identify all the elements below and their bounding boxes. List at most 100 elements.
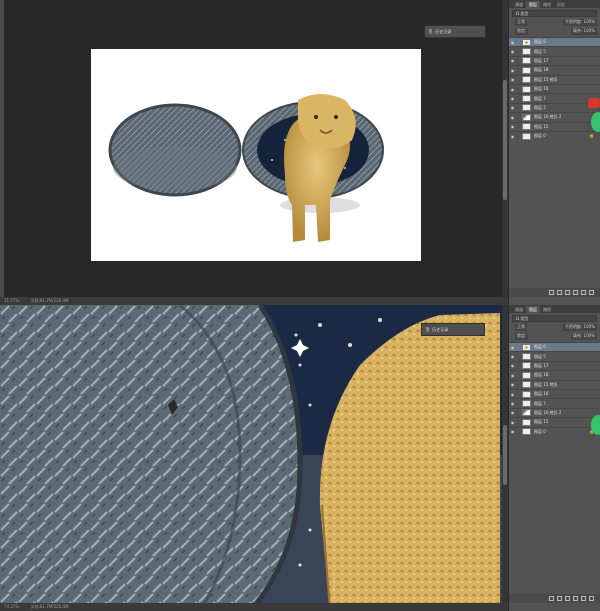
scrollbar-thumb[interactable] [503, 425, 507, 485]
visibility-eye-icon[interactable]: ◉ [509, 38, 516, 46]
visibility-eye-icon[interactable]: ◉ [509, 85, 516, 93]
layer-name: 图层 16 拷贝 2 [534, 409, 562, 415]
visibility-eye-icon[interactable]: ◉ [509, 381, 516, 389]
layers-panel: 通道 图层 路径 Ω 类型 正常 不透明度: 100% 锁定: 填充: 100%… [508, 305, 600, 611]
fill-field[interactable]: 填充: 100% [570, 333, 597, 340]
layer-name: 图层 15 拷贝 [534, 381, 558, 387]
layer-thumbnail [522, 343, 531, 351]
layer-row[interactable]: ◉ 图层 7 [509, 93, 600, 103]
tab-history[interactable]: 历史 [554, 1, 568, 8]
layer-row[interactable]: ◉ 图层 15 拷贝 [509, 379, 600, 389]
visibility-eye-icon[interactable]: ◉ [509, 57, 516, 65]
trash-icon[interactable] [589, 596, 594, 601]
visibility-eye-icon[interactable]: ◉ [509, 390, 516, 398]
visibility-eye-icon[interactable]: ◉ [509, 123, 516, 131]
opacity-field[interactable]: 不透明度: 100% [562, 19, 597, 26]
mask-icon[interactable] [565, 596, 570, 601]
panel-tab-strip: 通道 图层 路径 历史 [509, 0, 600, 8]
layer-row[interactable]: ◉ 图层 17 [509, 360, 600, 370]
tab-layers[interactable]: 图层 [526, 306, 540, 313]
link-layers-icon[interactable] [549, 596, 554, 601]
visibility-eye-icon[interactable]: ◉ [509, 76, 516, 84]
visibility-eye-icon[interactable]: ◉ [509, 399, 516, 407]
layer-thumbnail [522, 409, 531, 417]
layer-row[interactable]: ◉ 图层 15 [509, 121, 600, 131]
layer-row[interactable]: ◉ 图层 16 拷贝 2 [509, 112, 600, 121]
layer-filter-select[interactable]: Ω 类型 [512, 10, 597, 17]
visibility-eye-icon[interactable]: ◉ [509, 94, 516, 102]
visibility-eye-icon[interactable]: ◉ [509, 352, 516, 360]
fill-field[interactable]: 填充: 100% [570, 28, 597, 35]
blend-mode-select[interactable]: 正常 [515, 324, 527, 331]
fx-icon[interactable] [557, 290, 562, 295]
layer-row[interactable]: ◉ 图层 16 [509, 83, 600, 93]
layer-row[interactable]: ◉ 图层 6 [509, 342, 600, 352]
tab-layers[interactable]: 图层 [526, 1, 540, 8]
fx-icon[interactable] [557, 596, 562, 601]
tab-channels[interactable]: 通道 [512, 1, 526, 8]
history-panel[interactable]: ⎘ 历史记录 [421, 323, 485, 336]
new-folder-icon[interactable] [573, 290, 578, 295]
visibility-eye-icon[interactable]: ◉ [509, 47, 516, 55]
visibility-eye-icon[interactable]: ◉ [509, 428, 516, 436]
canvas-workspace[interactable]: ⎘ 历史记录 11.57% 文档:81.7M/226.4M [0, 0, 508, 305]
green-assistant-icon[interactable] [591, 112, 600, 132]
scrollbar-thumb[interactable] [503, 80, 507, 200]
history-panel-label: 历史记录 [435, 28, 452, 34]
history-icon: ⎘ [426, 327, 430, 332]
layer-row[interactable]: ◉ 图层 18 [509, 65, 600, 74]
layer-thumbnail [522, 371, 531, 379]
link-layers-icon[interactable] [549, 290, 554, 295]
zoom-level[interactable]: 11.57% [4, 298, 19, 303]
manhole-lid-closeup [0, 305, 300, 611]
layer-filter-select[interactable]: Ω 类型 [512, 315, 597, 322]
layers-panel: 通道 图层 路径 历史 Ω 类型 正常 不透明度: 100% 锁定: 填充: 1… [508, 0, 600, 305]
layer-row[interactable]: ◉ 图层 16 拷贝 2 [509, 407, 600, 417]
document-canvas-zoomed[interactable] [0, 305, 508, 611]
green-assistant-icon[interactable] [591, 415, 600, 435]
document-canvas[interactable] [0, 0, 508, 305]
visibility-eye-icon[interactable]: ◉ [509, 66, 516, 74]
layer-row[interactable]: ◉ 图层 2 [509, 102, 600, 112]
mask-icon[interactable] [565, 290, 570, 295]
zoom-level[interactable]: 74.37% [4, 604, 19, 609]
layer-name: 图层 0 [534, 133, 546, 139]
layer-name: 图层 2 [534, 104, 546, 110]
visibility-eye-icon[interactable]: ◉ [509, 132, 516, 140]
visibility-eye-icon[interactable]: ◉ [509, 409, 516, 417]
layer-row[interactable]: ◉ 图层 18 [509, 370, 600, 379]
canvas-workspace-zoomed[interactable]: ⎘ 历史记录 74.37% 文档:81.7M/226.4M [0, 305, 508, 611]
layer-row[interactable]: ◉ 图层 5 [509, 351, 600, 361]
new-folder-icon[interactable] [573, 596, 578, 601]
layer-row[interactable]: ◉ 图层 16 [509, 388, 600, 398]
blend-opacity-row: 正常 不透明度: 100% [512, 324, 597, 331]
layer-row[interactable]: ◉ 图层 15 拷贝 [509, 74, 600, 84]
new-layer-icon[interactable] [581, 596, 586, 601]
layer-row[interactable]: ◉ 图层 6 [509, 37, 600, 47]
tab-paths[interactable]: 路径 [540, 1, 554, 8]
layer-row[interactable]: ◉ 图层 5 [509, 46, 600, 56]
layer-row[interactable]: ◉ 图层 15 [509, 417, 600, 426]
trash-icon[interactable] [589, 290, 594, 295]
visibility-eye-icon[interactable]: ◉ [509, 343, 516, 351]
visibility-eye-icon[interactable]: ◉ [509, 104, 516, 112]
tab-channels[interactable]: 通道 [512, 306, 526, 313]
opacity-field[interactable]: 不透明度: 100% [562, 324, 597, 331]
lock-fill-row: 锁定: 填充: 100% [512, 28, 597, 35]
tab-paths[interactable]: 路径 [540, 306, 554, 313]
layer-row[interactable]: ◉图层 0🔒 [509, 130, 600, 140]
red-notification-icon[interactable] [588, 98, 600, 108]
layer-row[interactable]: ◉图层 0🔒 [509, 426, 600, 436]
blend-mode-select[interactable]: 正常 [515, 19, 527, 26]
visibility-eye-icon[interactable]: ◉ [509, 362, 516, 370]
new-layer-icon[interactable] [581, 290, 586, 295]
visibility-eye-icon[interactable]: ◉ [509, 113, 516, 121]
layer-thumbnail [522, 85, 531, 93]
layer-row[interactable]: ◉ 图层 7 [509, 398, 600, 408]
history-panel[interactable]: ⎘ 历史记录 [424, 25, 486, 38]
layer-thumbnail [522, 418, 531, 426]
layer-thumbnail [522, 381, 531, 389]
visibility-eye-icon[interactable]: ◉ [509, 371, 516, 379]
visibility-eye-icon[interactable]: ◉ [509, 418, 516, 426]
layer-row[interactable]: ◉ 图层 17 [509, 55, 600, 65]
